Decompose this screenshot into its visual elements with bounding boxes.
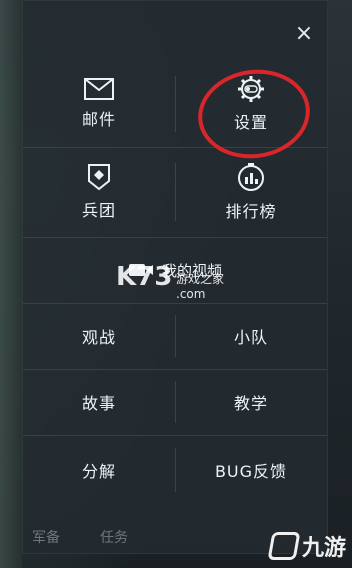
watermark-main: K73 bbox=[116, 262, 173, 292]
leaderboard-icon bbox=[238, 163, 264, 191]
game-scene-edge bbox=[0, 0, 22, 568]
watermark-domain: .com bbox=[176, 287, 206, 301]
menu-item-label: 邮件 bbox=[81, 110, 116, 129]
site-watermark: K73 游戏之家 .com bbox=[116, 262, 224, 301]
logo-mark-icon bbox=[267, 532, 301, 560]
menu-item-mail[interactable]: 邮件 bbox=[23, 61, 175, 147]
menu-item-squad[interactable]: 小队 bbox=[175, 303, 327, 369]
menu-item-label: 兵团 bbox=[81, 201, 116, 220]
menu-row-3: 观战 小队 bbox=[23, 303, 327, 370]
menu-item-label: 故事 bbox=[81, 394, 116, 413]
watermark-sub: 游戏之家 .com bbox=[176, 270, 224, 301]
menu-item-label: 分解 bbox=[81, 462, 116, 481]
my-videos-button[interactable]: 我的视频 bbox=[23, 237, 327, 304]
menu-item-label: 小队 bbox=[233, 328, 268, 347]
menu-item-legion[interactable]: 兵团 bbox=[23, 147, 175, 237]
menu-item-dismantle[interactable]: 分解 bbox=[23, 435, 175, 505]
menu-item-label: 排行榜 bbox=[225, 202, 277, 221]
menu-item-leaderboard[interactable]: 排行榜 bbox=[175, 147, 327, 237]
menu-item-tutorial[interactable]: 教学 bbox=[175, 369, 327, 435]
menu-item-label: 观战 bbox=[81, 328, 116, 347]
legion-icon bbox=[88, 164, 110, 191]
tab-armory[interactable]: 军备 bbox=[32, 527, 60, 547]
watermark-sub-text: 游戏之家 bbox=[176, 272, 225, 286]
close-button[interactable]: × bbox=[293, 23, 315, 45]
corner-logo-text: 九游 bbox=[301, 536, 346, 561]
menu-row-5: 分解 BUG反馈 bbox=[23, 435, 327, 505]
corner-logo: 九游 bbox=[267, 530, 346, 562]
menu-item-spectate[interactable]: 观战 bbox=[23, 303, 175, 369]
menu-item-label: 教学 bbox=[233, 394, 268, 413]
tab-missions[interactable]: 任务 bbox=[100, 527, 128, 547]
menu-item-story[interactable]: 故事 bbox=[23, 369, 175, 435]
mail-icon bbox=[84, 78, 114, 100]
menu-row-4: 故事 教学 bbox=[23, 369, 327, 436]
menu-row-2: 兵团 排行榜 bbox=[23, 147, 327, 238]
menu-item-bug-report[interactable]: BUG反馈 bbox=[175, 435, 327, 505]
menu-item-label: BUG反馈 bbox=[214, 462, 288, 481]
